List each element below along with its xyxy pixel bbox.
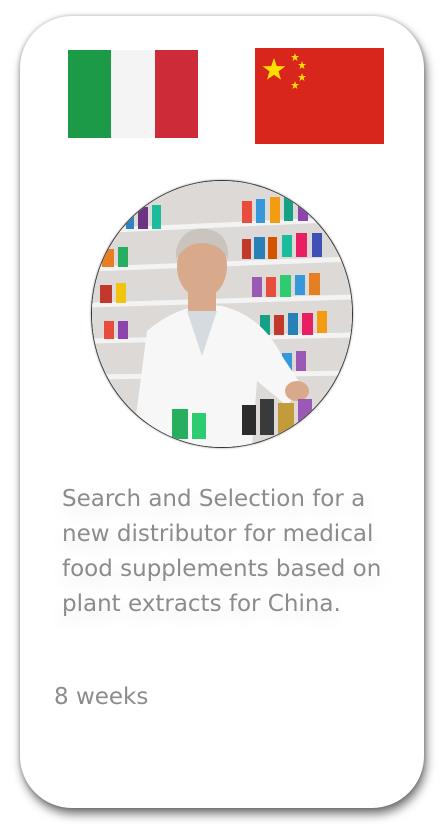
project-card: Search and Selection for a new distribut… bbox=[20, 16, 424, 808]
pharmacist-photo bbox=[91, 180, 353, 448]
project-description: Search and Selection for a new distribut… bbox=[62, 486, 382, 617]
italy-flag-icon bbox=[68, 50, 198, 138]
china-flag-icon bbox=[255, 48, 384, 144]
project-duration: 8 weeks bbox=[54, 684, 149, 710]
